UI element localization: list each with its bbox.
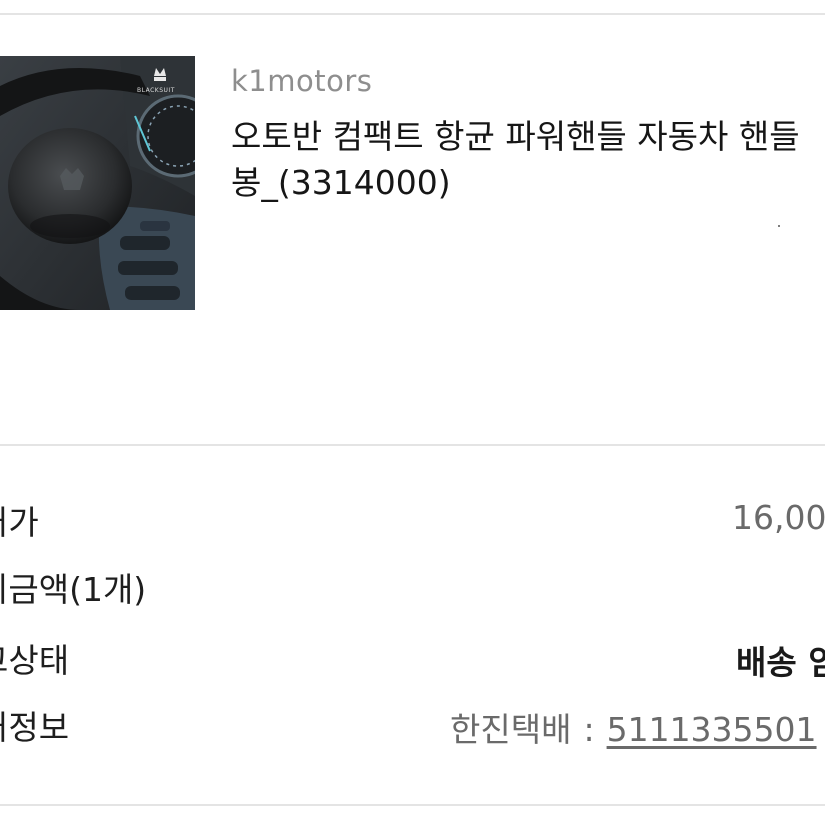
order-status-label: 고상태 <box>0 641 70 680</box>
carrier-name: 한진택배 <box>450 710 572 749</box>
tracking-number-link[interactable]: 5111335501 <box>607 710 817 749</box>
price-value: 16,00 <box>732 498 825 537</box>
brand-wordmark: BLACKSUIT <box>137 87 175 94</box>
decorative-dot <box>778 225 780 227</box>
bottom-divider <box>0 804 825 806</box>
top-divider <box>0 13 825 15</box>
shipping-info-value: 한진택배:5111335501 <box>450 703 817 751</box>
total-amount-label: 리금액(1개) <box>0 570 147 609</box>
separator: : <box>583 710 595 749</box>
order-detail-page: BLACKSUIT k1motors 오토반 컴팩트 항균 파워핸들 자동차 핸… <box>0 0 825 825</box>
order-status-value: 배송 읻 <box>736 643 825 682</box>
product-title[interactable]: 오토반 컴팩트 항균 파워핸들 자동차 핸들봉_(3314000) <box>231 114 811 206</box>
middle-divider <box>0 444 825 446</box>
steering-knob-photo-icon: BLACKSUIT <box>0 56 195 310</box>
seller-name[interactable]: k1motors <box>231 64 372 98</box>
shipping-info-label: 거정보 <box>0 708 70 747</box>
product-thumbnail[interactable]: BLACKSUIT <box>0 56 195 310</box>
price-label: 거가 <box>0 503 39 542</box>
